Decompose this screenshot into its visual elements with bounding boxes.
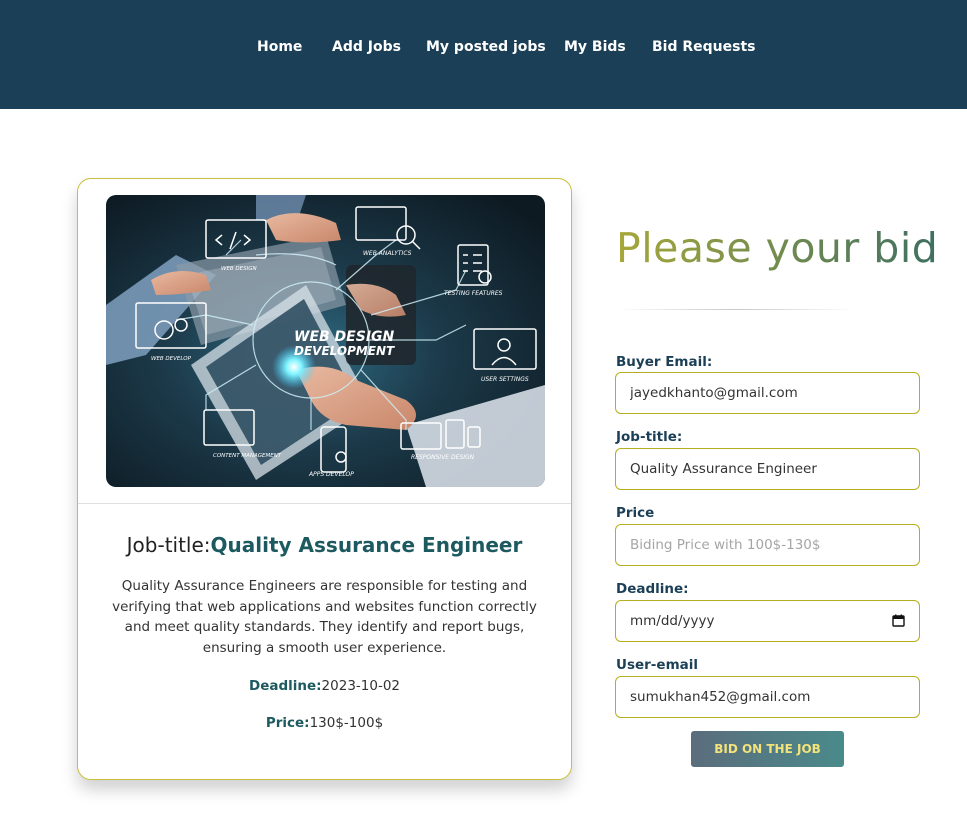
- calendar-icon[interactable]: [892, 614, 905, 627]
- navbar: Home Add Jobs My posted jobs My Bids Bid…: [0, 0, 967, 109]
- image-label-testing-features: TESTING FEATURES: [444, 290, 503, 297]
- buyer-email-input[interactable]: [615, 372, 920, 414]
- job-title: Job-title:Quality Assurance Engineer: [78, 533, 571, 557]
- job-title-field-label: Job-title:: [616, 429, 683, 445]
- price-label: Price:: [265, 715, 310, 731]
- form-heading: Please your bid: [616, 224, 939, 272]
- deadline-placeholder: mm/dd/yyyy: [630, 613, 715, 629]
- image-label-content-management: CONTENT MANAGEMENT: [213, 453, 282, 459]
- image-label-responsive-design: RESPONSIVE DESIGN: [411, 454, 475, 461]
- deadline-value: 2023-10-02: [321, 678, 401, 694]
- job-title-prefix: Job-title:: [126, 533, 211, 557]
- job-image: WEB DESIGN DEVELOPMENT WEB ANALYTICS TES…: [106, 195, 545, 487]
- job-description: Quality Assurance Engineers are responsi…: [112, 578, 537, 656]
- nav-home[interactable]: Home: [257, 39, 302, 55]
- job-title-value: Quality Assurance Engineer: [210, 533, 523, 557]
- buyer-email-label: Buyer Email:: [616, 354, 713, 370]
- job-card: WEB DESIGN DEVELOPMENT WEB ANALYTICS TES…: [77, 178, 572, 780]
- nav-bid-requests[interactable]: Bid Requests: [652, 39, 755, 55]
- image-label-user-settings: USER SETTINGS: [481, 376, 529, 383]
- user-email-input[interactable]: [615, 676, 920, 718]
- nav-add-jobs[interactable]: Add Jobs: [332, 39, 401, 55]
- image-label-web-develop: WEB DEVELOP: [151, 356, 192, 362]
- user-email-label: User-email: [616, 657, 699, 673]
- image-label-web-analytics: WEB ANALYTICS: [363, 250, 412, 257]
- deadline-field-label: Deadline:: [616, 581, 689, 597]
- heading-divider: [616, 309, 856, 310]
- price-field-label: Price: [616, 505, 655, 521]
- image-label-apps-develop: APPS DEVELOP: [308, 471, 354, 478]
- image-main-text-2: DEVELOPMENT: [294, 344, 395, 358]
- deadline-input[interactable]: mm/dd/yyyy: [615, 600, 920, 642]
- nav-my-bids[interactable]: My Bids: [564, 39, 626, 55]
- image-label-web-design: WEB DESIGN: [221, 266, 257, 272]
- price-input[interactable]: [615, 524, 920, 566]
- job-title-input[interactable]: [615, 448, 920, 490]
- image-main-text-1: WEB DESIGN: [294, 329, 395, 345]
- nav-my-posted-jobs[interactable]: My posted jobs: [426, 39, 546, 55]
- job-deadline: Deadline:2023-10-02: [78, 678, 571, 694]
- bid-on-job-button[interactable]: BID ON THE JOB: [691, 731, 844, 767]
- job-price: Price:130$-100$: [78, 715, 571, 731]
- price-value: 130$-100$: [309, 715, 384, 731]
- card-divider: [78, 503, 571, 504]
- deadline-label: Deadline:: [248, 678, 322, 694]
